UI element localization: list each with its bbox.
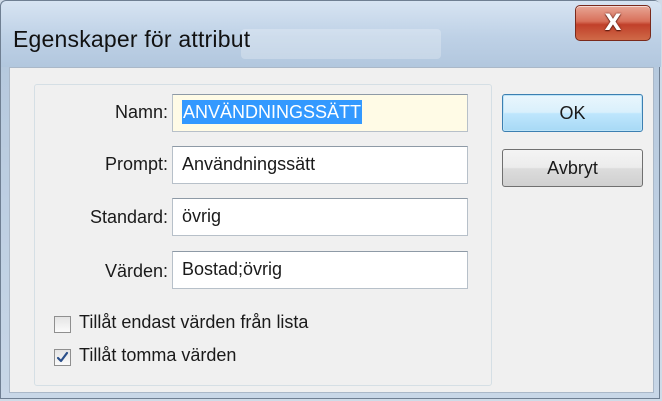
prompt-label: Prompt: — [104, 154, 168, 174]
checkmark-icon — [56, 351, 69, 363]
only-list-values-checkbox[interactable] — [54, 316, 71, 333]
allow-empty-values-checkbox[interactable] — [54, 349, 71, 366]
window-title: Egenskaper för attribut — [13, 26, 251, 52]
prompt-field-value: Användningssätt — [182, 154, 316, 174]
values-label: Värden: — [104, 261, 168, 281]
default-label: Standard: — [89, 207, 168, 227]
prompt-field[interactable]: Användningssätt — [172, 146, 468, 184]
ok-button[interactable]: OK — [502, 94, 643, 132]
close-button[interactable]: X — [575, 5, 651, 41]
default-field[interactable]: övrig — [172, 198, 468, 236]
only-list-values-label: Tillåt endast värden från lista — [79, 312, 309, 332]
values-field[interactable]: Bostad;övrig — [172, 251, 468, 289]
cancel-button[interactable]: Avbryt — [502, 149, 643, 187]
name-field-value: ANVÄNDNINGSSÄTT — [182, 100, 363, 124]
values-field-value: Bostad;övrig — [182, 259, 283, 279]
default-field-value: övrig — [182, 206, 222, 226]
dialog-client-area: Namn: ANVÄNDNINGSSÄTT Prompt: Användning… — [9, 67, 654, 393]
title-bar[interactable]: Egenskaper för attribut X — [1, 1, 661, 67]
dialog-window: Egenskaper för attribut X Namn: ANVÄNDNI… — [0, 0, 661, 399]
allow-empty-values-label: Tillåt tomma värden — [79, 345, 237, 365]
name-field[interactable]: ANVÄNDNINGSSÄTT — [172, 94, 468, 132]
close-icon: X — [604, 10, 622, 36]
name-label: Namn: — [114, 102, 168, 122]
